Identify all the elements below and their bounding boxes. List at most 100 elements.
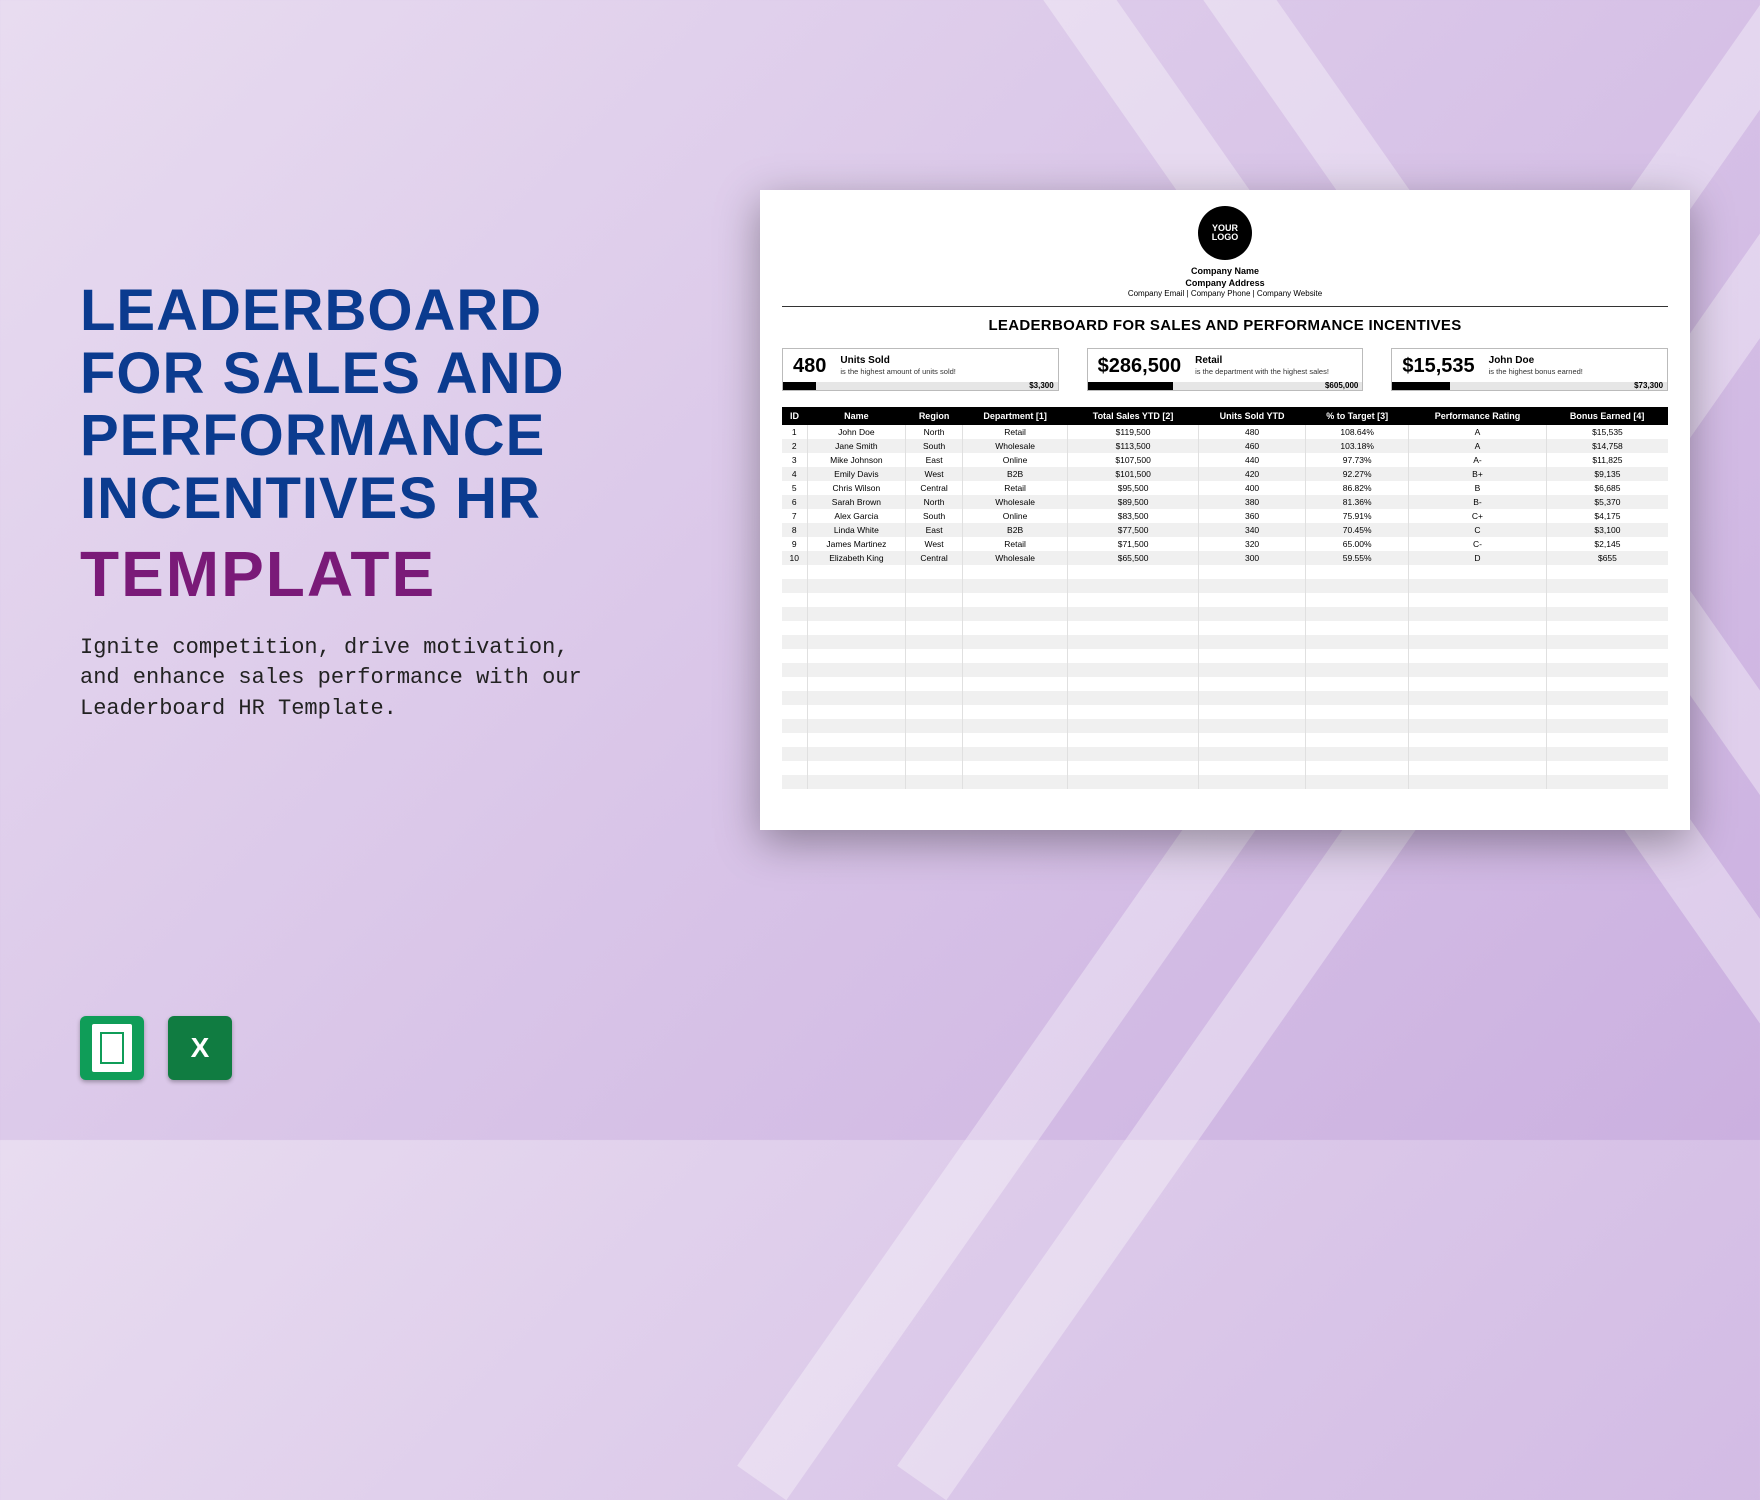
table-cell-empty: [782, 649, 807, 663]
table-cell-empty: [782, 663, 807, 677]
table-cell: A: [1409, 425, 1547, 439]
table-row-empty: [782, 677, 1668, 691]
table-cell-empty: [807, 621, 906, 635]
table-cell-empty: [1409, 621, 1547, 635]
table-cell: 300: [1198, 551, 1305, 565]
table-cell: South: [906, 439, 963, 453]
table-cell: $3,100: [1546, 523, 1668, 537]
table-cell-empty: [782, 719, 807, 733]
table-cell: C: [1409, 523, 1547, 537]
table-cell-empty: [1068, 719, 1199, 733]
table-row-empty: [782, 719, 1668, 733]
google-sheets-icon: [80, 1016, 144, 1080]
table-cell-empty: [1198, 677, 1305, 691]
table-cell-empty: [807, 719, 906, 733]
promo-title-line-1: Leaderboard: [80, 280, 640, 343]
table-cell-empty: [962, 579, 1067, 593]
table-cell-empty: [782, 621, 807, 635]
table-cell: Linda White: [807, 523, 906, 537]
table-cell: 7: [782, 509, 807, 523]
table-cell-empty: [1198, 635, 1305, 649]
table-cell: C+: [1409, 509, 1547, 523]
table-cell: $4,175: [1546, 509, 1668, 523]
table-cell: $14,758: [1546, 439, 1668, 453]
table-cell-empty: [1198, 579, 1305, 593]
table-row: 9James MartinezWestRetail$71,50032065.00…: [782, 537, 1668, 551]
table-cell-empty: [1546, 761, 1668, 775]
table-cell-empty: [807, 607, 906, 621]
table-cell-empty: [1198, 691, 1305, 705]
table-cell-empty: [1409, 635, 1547, 649]
promo-tagline: Ignite competition, drive motivation, an…: [80, 633, 600, 725]
company-address: Company Address: [782, 278, 1668, 290]
table-cell-empty: [1306, 761, 1409, 775]
table-cell: 3: [782, 453, 807, 467]
table-cell: Chris Wilson: [807, 481, 906, 495]
table-cell-empty: [1198, 719, 1305, 733]
table-cell-empty: [962, 705, 1067, 719]
table-cell-empty: [962, 635, 1067, 649]
table-cell-empty: [906, 579, 963, 593]
table-cell-empty: [906, 565, 963, 579]
logo-placeholder: YOUR LOGO: [1198, 206, 1252, 260]
company-contact: Company Email | Company Phone | Company …: [782, 289, 1668, 299]
table-cell-empty: [807, 649, 906, 663]
table-cell-empty: [1198, 663, 1305, 677]
col-header: Performance Rating: [1409, 407, 1547, 425]
stat-max: $605,000: [1325, 381, 1358, 390]
table-cell-empty: [1068, 607, 1199, 621]
table-cell-empty: [906, 775, 963, 789]
table-cell: Central: [906, 481, 963, 495]
table-cell-empty: [962, 677, 1067, 691]
table-cell-empty: [1198, 705, 1305, 719]
table-cell: $113,500: [1068, 439, 1199, 453]
table-cell-empty: [782, 691, 807, 705]
table-row: 1John DoeNorthRetail$119,500480108.64%A$…: [782, 425, 1668, 439]
stat-value: $286,500: [1098, 355, 1181, 378]
stat-pct: 30.97%: [1092, 381, 1119, 390]
table-cell-empty: [1409, 705, 1547, 719]
table-cell: $655: [1546, 551, 1668, 565]
stat-pct: 21.17%: [1396, 381, 1423, 390]
table-row-empty: [782, 565, 1668, 579]
table-cell: South: [906, 509, 963, 523]
excel-letter: X: [191, 1032, 210, 1064]
table-cell: C-: [1409, 537, 1547, 551]
table-cell-empty: [1409, 733, 1547, 747]
col-header: Department [1]: [962, 407, 1067, 425]
table-cell-empty: [1068, 705, 1199, 719]
table-cell-empty: [1546, 607, 1668, 621]
table-cell-empty: [782, 635, 807, 649]
table-cell-empty: [906, 621, 963, 635]
table-cell-empty: [782, 775, 807, 789]
promo-title-template: Template: [80, 537, 640, 611]
table-cell: 2: [782, 439, 807, 453]
table-cell: Elizabeth King: [807, 551, 906, 565]
table-cell: Wholesale: [962, 439, 1067, 453]
table-cell-empty: [906, 705, 963, 719]
table-cell-empty: [782, 565, 807, 579]
table-cell: North: [906, 425, 963, 439]
table-cell-empty: [807, 635, 906, 649]
table-cell-empty: [782, 677, 807, 691]
table-row: 5Chris WilsonCentralRetail$95,50040086.8…: [782, 481, 1668, 495]
col-header: Region: [906, 407, 963, 425]
table-cell-empty: [1409, 677, 1547, 691]
table-cell-empty: [1546, 719, 1668, 733]
table-cell: 86.82%: [1306, 481, 1409, 495]
table-cell: B+: [1409, 467, 1547, 481]
table-cell: 340: [1198, 523, 1305, 537]
table-cell: John Doe: [807, 425, 906, 439]
col-header: Total Sales YTD [2]: [1068, 407, 1199, 425]
stat-desc: is the highest bonus earned!: [1489, 367, 1583, 376]
table-cell-empty: [962, 775, 1067, 789]
table-cell: 70.45%: [1306, 523, 1409, 537]
table-cell-empty: [807, 761, 906, 775]
table-cell: Sarah Brown: [807, 495, 906, 509]
table-cell: $77,500: [1068, 523, 1199, 537]
table-cell-empty: [1409, 663, 1547, 677]
table-cell-empty: [1409, 691, 1547, 705]
table-row: 4Emily DavisWestB2B$101,50042092.27%B+$9…: [782, 467, 1668, 481]
table-cell: 8: [782, 523, 807, 537]
table-cell: 75.91%: [1306, 509, 1409, 523]
